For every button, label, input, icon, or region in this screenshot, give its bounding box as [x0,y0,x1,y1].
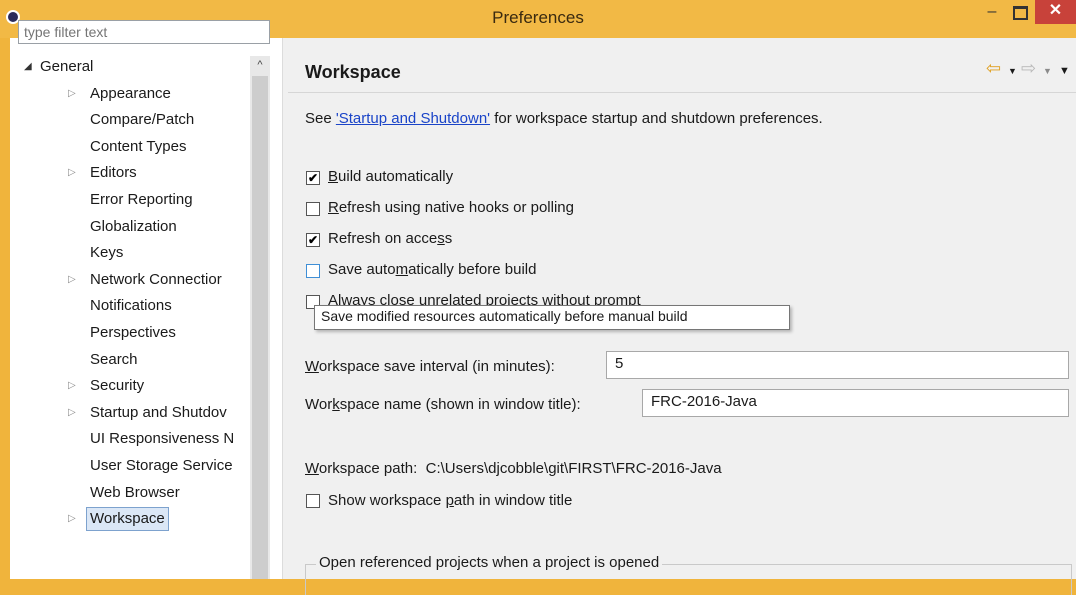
option-label[interactable]: Build automatically [328,168,453,185]
tree-item-label: Editors [90,164,137,182]
forward-menu-chevron-icon[interactable]: ▼ [1043,66,1052,76]
workspace-path-value: C:\Users\djcobble\git\FIRST\FRC-2016-Jav… [425,460,722,477]
tree-item-label: Compare/Patch [90,111,195,129]
expand-arrow-icon[interactable]: ▷ [68,373,76,399]
expand-arrow-icon[interactable]: ▷ [68,160,76,186]
option-checkbox[interactable] [306,202,320,216]
maximize-icon [1012,6,1028,20]
tree-item-label: Error Reporting [90,191,193,208]
tree-item-label: UI Responsiveness N [90,430,235,448]
expand-arrow-icon[interactable]: ▷ [68,267,76,293]
option-label[interactable]: Save automatically before build [328,261,536,278]
startup-intro: See 'Startup and Shutdown' for workspace… [305,110,823,127]
tree-item-label: User Storage Service [90,457,233,474]
expand-arrow-icon[interactable]: ▷ [68,506,76,532]
tree-item-label: Network Connectior [90,270,222,288]
tooltip: Save modified resources automatically be… [314,305,790,330]
option-checkbox[interactable] [306,264,320,278]
view-menu-icon[interactable]: ▼ [1059,65,1070,77]
tree-item-label: Perspectives [90,324,176,341]
tree-item-label: Content Types [90,137,187,155]
maximize-button[interactable] [1007,0,1033,28]
back-menu-chevron-icon[interactable]: ▼ [1008,66,1017,76]
collapse-arrow-icon[interactable]: ◢ [24,54,32,80]
header-divider [288,92,1076,93]
option-label[interactable]: Refresh using native hooks or polling [328,199,574,216]
tree-item-label: General [40,58,94,75]
workspace-name-label: Workspace name (shown in window title): [305,396,581,413]
tree-item-label: Notifications [90,297,172,315]
tree-item-label: Globalization [90,217,177,235]
minimize-button[interactable]: – [978,0,1006,28]
tree-item-label: Web Browser [90,483,180,501]
tree-item-label: Appearance [90,84,171,102]
expand-arrow-icon[interactable]: ▷ [68,81,76,107]
back-arrow-icon[interactable]: ⇦ [986,58,1001,79]
tree-item-label: Workspace [86,507,169,532]
filter-input[interactable] [18,20,270,44]
save-interval-field[interactable]: 5 [606,351,1069,379]
forward-arrow-icon[interactable]: ⇨ [1021,58,1036,79]
workspace-path-label: Workspace path: C:\Users\djcobble\git\FI… [305,460,722,477]
show-path-label[interactable]: Show workspace path in window title [328,492,572,509]
expand-arrow-icon[interactable]: ▷ [68,400,76,426]
preferences-tree: ◢ General ▷ Appearance Compare/Patch Content … [10,54,282,579]
workspace-name-field[interactable]: FRC-2016-Java [642,389,1069,417]
option-checkbox[interactable]: ✔ [306,233,320,247]
group-title: Open referenced projects when a project … [316,554,663,571]
show-path-checkbox[interactable] [306,494,320,508]
tree-item-label: Security [90,377,145,395]
scrollbar-thumb[interactable] [252,76,268,579]
option-label[interactable]: Refresh on access [328,230,452,247]
tree-item-label: Keys [90,244,124,262]
tree-item-label: Startup and Shutdov [90,403,227,421]
startup-shutdown-link[interactable]: 'Startup and Shutdown' [336,110,490,127]
page-title: Workspace [305,62,401,82]
option-checkbox[interactable]: ✔ [306,171,320,185]
close-button[interactable]: ✕ [1035,0,1076,24]
scroll-up-icon[interactable]: ^ [250,56,270,74]
tree-scrollbar[interactable]: ^ [250,56,270,579]
save-interval-label: Workspace save interval (in minutes): [305,358,555,375]
tree-item-label: Search [90,350,138,368]
